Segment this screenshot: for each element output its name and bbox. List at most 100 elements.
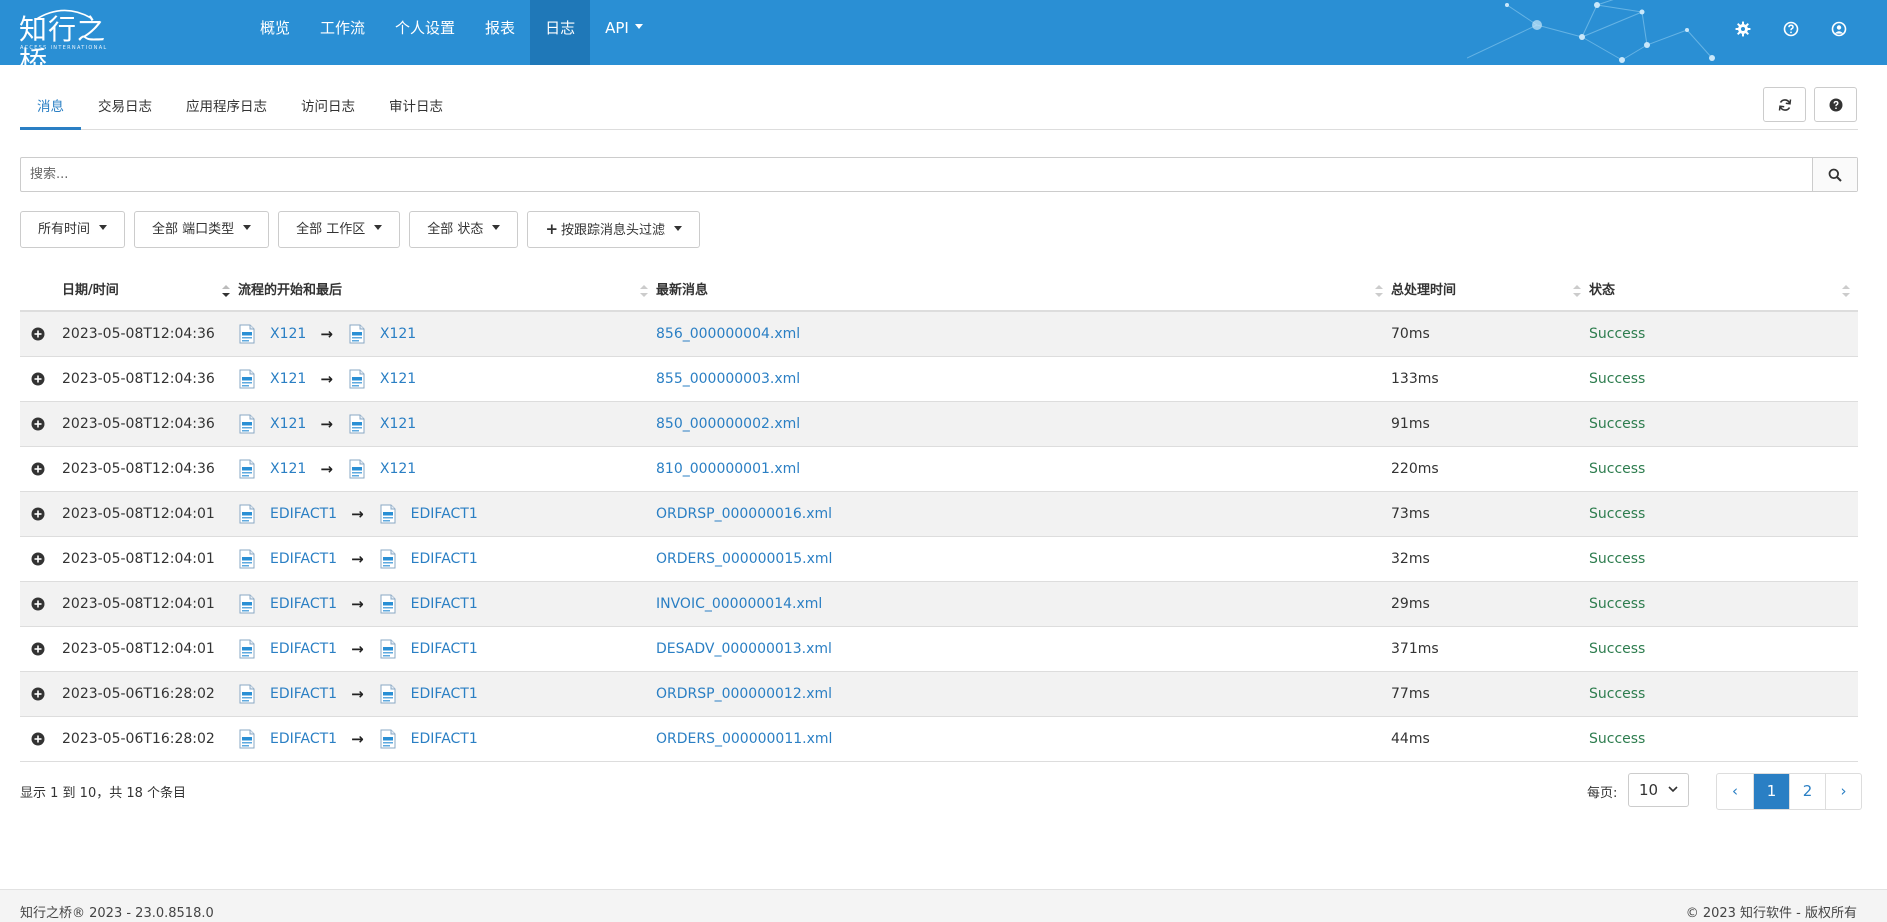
expand-plus-icon[interactable]: [31, 642, 45, 656]
caret-down-icon: [674, 226, 683, 231]
nav-item-reports[interactable]: 报表: [470, 0, 530, 65]
help-button[interactable]: [1814, 87, 1857, 122]
table-row[interactable]: 2023-05-08T12:04:01 EDIFACT1 → EDIFACT1: [20, 492, 1858, 537]
status-cell: Success: [1589, 537, 1858, 581]
message-file-link[interactable]: DESADV_000000013.xml: [656, 641, 832, 657]
latest-message-cell: ORDRSP_000000012.xml: [656, 672, 1391, 716]
page-1-button[interactable]: 1: [1753, 774, 1789, 809]
flow-start-link[interactable]: EDIFACT1: [270, 672, 337, 716]
nav-item-api-label: API: [605, 19, 629, 37]
status-filter-dropdown[interactable]: 全部 状态: [409, 211, 519, 248]
workspace-filter-dropdown[interactable]: 全部 工作区: [278, 211, 401, 248]
message-file-link[interactable]: ORDERS_000000011.xml: [656, 731, 832, 747]
column-header-status[interactable]: 状态: [1589, 271, 1858, 310]
table-row[interactable]: 2023-05-06T16:28:02 EDIFACT1 → EDIFACT1: [20, 717, 1858, 762]
page-2-button[interactable]: 2: [1789, 774, 1825, 809]
tab-transaction-log[interactable]: 交易日志: [81, 87, 169, 130]
flow-end-link[interactable]: EDIFACT1: [411, 717, 478, 761]
nav-item-profile[interactable]: 个人设置: [380, 0, 470, 65]
message-file-link[interactable]: ORDRSP_000000016.xml: [656, 506, 832, 522]
flow-start-link[interactable]: EDIFACT1: [270, 717, 337, 761]
flow-cell: X121 → X121: [238, 447, 656, 491]
table-row[interactable]: 2023-05-08T12:04:36 X121 → X121: [20, 447, 1858, 492]
message-file-link[interactable]: 810_000000001.xml: [656, 461, 800, 477]
column-header-datetime[interactable]: 日期/时间: [62, 271, 238, 310]
arrow-right-icon: →: [351, 685, 364, 703]
port-file-icon: [380, 684, 396, 704]
prev-page-button[interactable]: ‹: [1717, 774, 1753, 809]
help-circle-icon[interactable]: [1783, 21, 1799, 37]
table-row[interactable]: 2023-05-08T12:04:36 X121 → X121: [20, 402, 1858, 447]
datetime-cell: 2023-05-08T12:04:36: [62, 371, 215, 387]
flow-end-link[interactable]: X121: [380, 357, 416, 401]
gear-icon[interactable]: [1735, 21, 1751, 37]
message-file-link[interactable]: 855_000000003.xml: [656, 371, 800, 387]
caret-down-icon: [243, 225, 252, 230]
flow-start-link[interactable]: X121: [270, 312, 306, 356]
column-header-latest-message[interactable]: 最新消息: [656, 271, 1391, 310]
table-row[interactable]: 2023-05-08T12:04:36 X121 → X121: [20, 312, 1858, 357]
flow-start-link[interactable]: X121: [270, 447, 306, 491]
table-row[interactable]: 2023-05-08T12:04:01 EDIFACT1 → EDIFACT1: [20, 537, 1858, 582]
flow-end-link[interactable]: EDIFACT1: [411, 537, 478, 581]
expand-plus-icon[interactable]: [31, 687, 45, 701]
expand-plus-icon[interactable]: [31, 462, 45, 476]
expand-plus-icon[interactable]: [31, 552, 45, 566]
app-logo[interactable]: 知行之桥 ACCESS INTERNATIONAL: [19, 8, 129, 65]
nav-item-workflow[interactable]: 工作流: [305, 0, 380, 65]
table-row[interactable]: 2023-05-08T12:04:01 EDIFACT1 → EDIFACT1: [20, 582, 1858, 627]
refresh-button[interactable]: [1763, 87, 1806, 122]
flow-end-link[interactable]: EDIFACT1: [411, 492, 478, 536]
caret-down-icon: [492, 225, 501, 230]
column-header-processing-time[interactable]: 总处理时间: [1391, 271, 1589, 310]
net-node: [1579, 34, 1585, 40]
expand-plus-icon[interactable]: [31, 417, 45, 431]
search-input[interactable]: [21, 158, 1812, 191]
nav-item-logs[interactable]: 日志: [530, 0, 591, 65]
net-node: [1619, 57, 1625, 63]
expand-plus-icon[interactable]: [31, 327, 45, 341]
table-row[interactable]: 2023-05-08T12:04:36 X121 → X121: [20, 357, 1858, 402]
flow-start-link[interactable]: EDIFACT1: [270, 582, 337, 626]
datetime-cell: 2023-05-08T12:04:36: [62, 461, 215, 477]
column-header-flow[interactable]: 流程的开始和最后: [238, 271, 656, 310]
search-button[interactable]: [1812, 158, 1857, 191]
processing-time-cell: 220ms: [1391, 461, 1439, 477]
nav-item-overview[interactable]: 概览: [245, 0, 305, 65]
message-file-link[interactable]: 856_000000004.xml: [656, 326, 800, 342]
flow-end-link[interactable]: EDIFACT1: [411, 582, 478, 626]
expand-plus-icon[interactable]: [31, 732, 45, 746]
flow-start-link[interactable]: EDIFACT1: [270, 537, 337, 581]
flow-start-link[interactable]: EDIFACT1: [270, 492, 337, 536]
port-type-filter-dropdown[interactable]: 全部 端口类型: [134, 211, 270, 248]
flow-start-link[interactable]: X121: [270, 357, 306, 401]
tab-access-log[interactable]: 访问日志: [284, 87, 372, 130]
user-circle-icon[interactable]: [1831, 21, 1847, 37]
flow-end-link[interactable]: X121: [380, 312, 416, 356]
expand-plus-icon[interactable]: [31, 507, 45, 521]
message-file-link[interactable]: INVOIC_000000014.xml: [656, 596, 822, 612]
tab-messages[interactable]: 消息: [20, 87, 81, 130]
flow-end-link[interactable]: X121: [380, 402, 416, 446]
tab-audit-log[interactable]: 审计日志: [372, 87, 460, 130]
time-filter-dropdown[interactable]: 所有时间: [20, 211, 126, 248]
expand-plus-icon[interactable]: [31, 597, 45, 611]
next-page-button[interactable]: ›: [1825, 774, 1861, 809]
message-file-link[interactable]: ORDRSP_000000012.xml: [656, 686, 832, 702]
flow-end-link[interactable]: X121: [380, 447, 416, 491]
expand-plus-icon[interactable]: [31, 372, 45, 386]
flow-start-link[interactable]: X121: [270, 402, 306, 446]
message-file-link[interactable]: 850_000000002.xml: [656, 416, 800, 432]
datetime-cell: 2023-05-06T16:28:02: [62, 731, 215, 747]
flow-start-link[interactable]: EDIFACT1: [270, 627, 337, 671]
message-file-link[interactable]: ORDERS_000000015.xml: [656, 551, 832, 567]
tab-application-log[interactable]: 应用程序日志: [169, 87, 284, 130]
header-filter-dropdown[interactable]: + 按跟踪消息头过滤: [527, 211, 701, 248]
nav-item-api[interactable]: API: [590, 0, 658, 65]
per-page-select[interactable]: 10: [1628, 773, 1689, 807]
table-row[interactable]: 2023-05-08T12:04:01 EDIFACT1 → EDIFACT1: [20, 627, 1858, 672]
flow-end-link[interactable]: EDIFACT1: [411, 627, 478, 671]
flow-end-link[interactable]: EDIFACT1: [411, 672, 478, 716]
table-row[interactable]: 2023-05-06T16:28:02 EDIFACT1 → EDIFACT1: [20, 672, 1858, 717]
latest-message-cell: ORDERS_000000015.xml: [656, 537, 1391, 581]
